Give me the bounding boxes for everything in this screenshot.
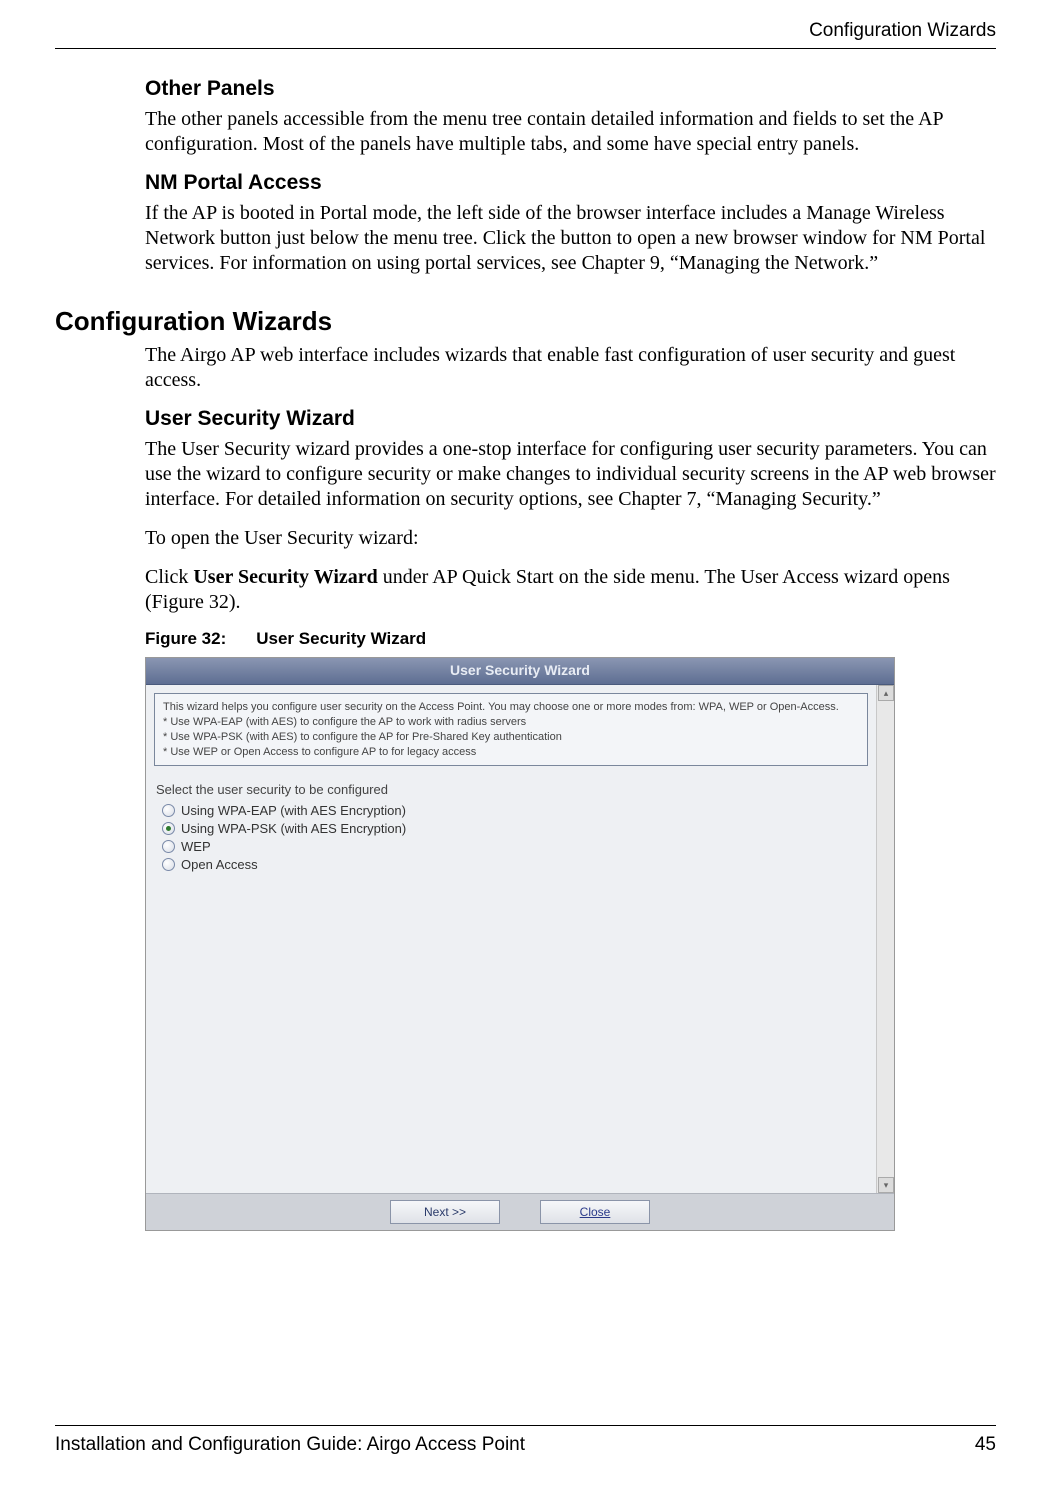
heading-user-security: User Security Wizard	[145, 407, 996, 431]
page-footer: Installation and Configuration Guide: Ai…	[55, 1425, 996, 1456]
scroll-up-icon[interactable]: ▴	[878, 685, 894, 701]
radio-icon[interactable]	[162, 858, 175, 871]
radio-row-wep[interactable]: WEP	[162, 839, 868, 854]
radio-row-wpa-eap[interactable]: Using WPA-EAP (with AES Encryption)	[162, 803, 868, 818]
radio-row-wpa-psk[interactable]: Using WPA-PSK (with AES Encryption)	[162, 821, 868, 836]
para-config-wizards: The Airgo AP web interface includes wiza…	[145, 343, 996, 393]
next-button[interactable]: Next >>	[390, 1200, 500, 1224]
figure-title: User Security Wizard	[256, 629, 426, 648]
close-button[interactable]: Close	[540, 1200, 650, 1224]
radio-icon[interactable]	[162, 840, 175, 853]
select-label: Select the user security to be configure…	[156, 782, 868, 797]
radio-list: Using WPA-EAP (with AES Encryption) Usin…	[162, 803, 868, 872]
heading-other-panels: Other Panels	[145, 77, 996, 101]
radio-row-open[interactable]: Open Access	[162, 857, 868, 872]
para-nm-portal: If the AP is booted in Portal mode, the …	[145, 201, 996, 276]
radio-label: Using WPA-EAP (with AES Encryption)	[181, 803, 406, 818]
radio-label: Using WPA-PSK (with AES Encryption)	[181, 821, 406, 836]
page-number: 45	[975, 1434, 996, 1456]
radio-icon[interactable]	[162, 822, 175, 835]
footer-title: Installation and Configuration Guide: Ai…	[55, 1434, 525, 1456]
para-user-security-1: The User Security wizard provides a one-…	[145, 437, 996, 512]
scroll-down-icon[interactable]: ▾	[878, 1177, 894, 1193]
header-rule	[55, 48, 996, 49]
wizard-footer: Next >> Close	[146, 1193, 894, 1230]
text-bold: User Security Wizard	[193, 566, 377, 588]
figure-label: Figure 32:	[145, 629, 226, 648]
scrollbar[interactable]: ▴ ▾	[876, 685, 894, 1193]
para-user-security-2: To open the User Security wizard:	[145, 526, 996, 551]
heading-config-wizards: Configuration Wizards	[55, 306, 996, 337]
heading-nm-portal: NM Portal Access	[145, 171, 996, 195]
figure-caption: Figure 32: User Security Wizard	[145, 629, 996, 649]
wizard-title: User Security Wizard	[146, 658, 894, 685]
desc-bullet: * Use WPA-EAP (with AES) to configure th…	[163, 715, 859, 730]
wizard-body-area: This wizard helps you configure user sec…	[146, 685, 894, 1193]
wizard-body: This wizard helps you configure user sec…	[146, 685, 876, 1193]
para-other-panels: The other panels accessible from the men…	[145, 107, 996, 157]
footer-rule	[55, 1425, 996, 1426]
radio-icon[interactable]	[162, 804, 175, 817]
wizard-spacer	[154, 875, 868, 1185]
wizard-description: This wizard helps you configure user sec…	[154, 693, 868, 766]
desc-bullet: * Use WPA-PSK (with AES) to configure th…	[163, 730, 859, 745]
radio-label: Open Access	[181, 857, 258, 872]
running-header: Configuration Wizards	[55, 20, 996, 42]
wizard-screenshot: User Security Wizard This wizard helps y…	[145, 657, 895, 1231]
radio-label: WEP	[181, 839, 211, 854]
desc-bullet: * Use WEP or Open Access to configure AP…	[163, 745, 859, 760]
text-pre: Click	[145, 566, 193, 588]
desc-line: This wizard helps you configure user sec…	[163, 700, 859, 715]
para-user-security-3: Click User Security Wizard under AP Quic…	[145, 565, 996, 615]
